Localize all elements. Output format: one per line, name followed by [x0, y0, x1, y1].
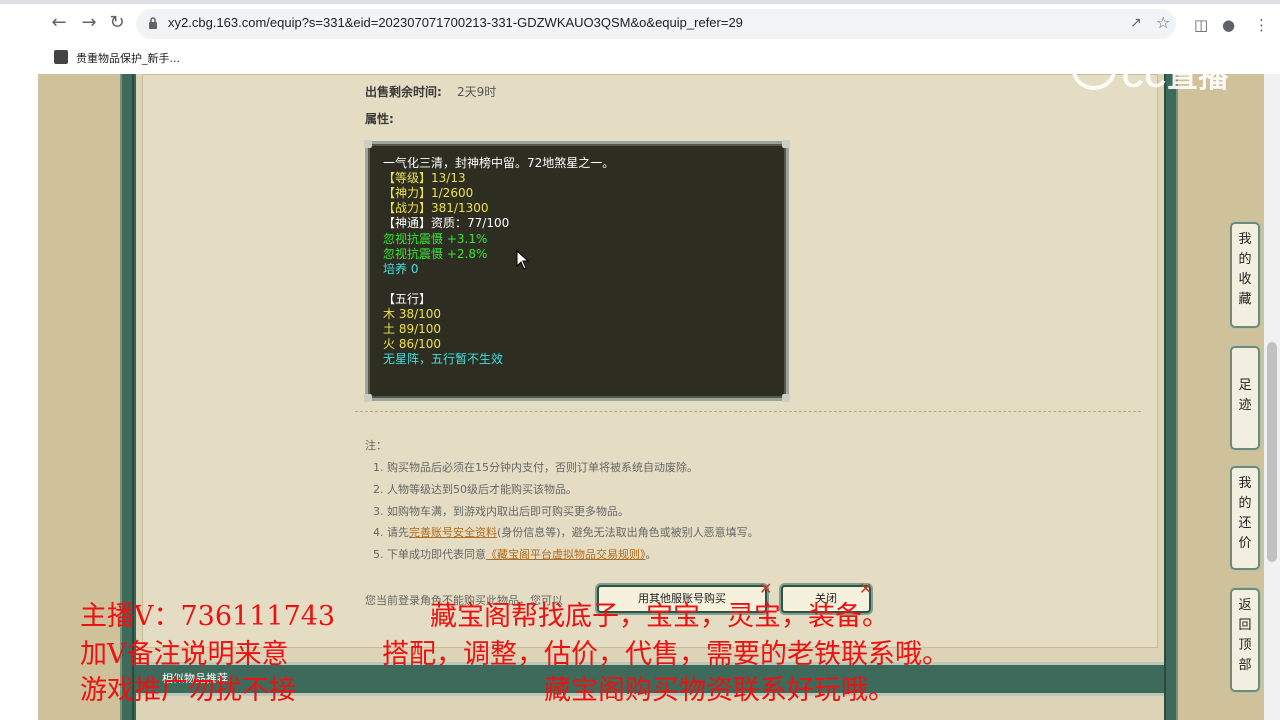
- stat-line: 忽视抗震慑 +2.8%: [383, 247, 488, 261]
- account-security-link[interactable]: 完善账号安全资料: [409, 526, 497, 539]
- stat-line: 培养 0: [383, 262, 419, 276]
- side-nav-char: 我: [1238, 232, 1252, 247]
- overlay-line1-right: 藏宝阁帮找底子，宝宝，灵宝，装备。: [430, 601, 889, 632]
- overlay-line2-right: 搭配，调整，估价，代售，需要的老铁联系哦。: [382, 639, 949, 670]
- note-item: 2. 人物等级达到50级后才能购买该物品。: [373, 483, 577, 496]
- side-nav-history[interactable]: 足 迹: [1230, 346, 1260, 450]
- watermark-text: CC直播: [1122, 61, 1230, 94]
- stat-line: 火 86/100: [383, 337, 442, 351]
- attributes-label: 属性:: [365, 112, 394, 126]
- overlay-line3-left: 游戏推广勿扰不接: [80, 675, 296, 706]
- stat-line: 无星阵，五行暂不生效: [383, 352, 504, 366]
- sale-time-label: 出售剩余时间:: [365, 85, 442, 99]
- side-nav-char: 的: [1238, 252, 1252, 267]
- address-row: ← → ↻ xy2.cbg.163.com/equip?s=331&eid=20…: [0, 6, 1280, 42]
- stat-line: 忽视抗震慑 +3.1%: [383, 232, 488, 246]
- note-item: 1. 购买物品后必须在15分钟内支付，否则订单将被系统自动废除。: [373, 461, 698, 474]
- side-nav-char: 顶: [1238, 638, 1252, 653]
- stat-line: 一气化三清，封神榜中留。72地煞星之一。: [383, 156, 615, 170]
- note-text: 5. 下单成功即代表同意: [373, 548, 486, 561]
- bookmark-star-icon[interactable]: ☆: [1156, 13, 1170, 32]
- side-nav-char: 收: [1238, 272, 1252, 287]
- menu-icon[interactable]: ⋮: [1254, 16, 1269, 34]
- tab-strip: [0, 0, 1280, 4]
- note-item: 5. 下单成功即代表同意《藏宝阁平台虚拟物品交易规则》。: [373, 546, 657, 562]
- side-nav-favorites[interactable]: 我 的 收 藏: [1230, 222, 1260, 328]
- box-corner: [364, 140, 372, 148]
- stat-line: 【等级】13/13: [383, 171, 466, 185]
- side-nav-char: 迹: [1238, 398, 1252, 413]
- note-text: 。: [645, 548, 657, 561]
- sidebar-toggle-icon[interactable]: ◫: [1194, 16, 1208, 34]
- stat-line: 【神通】资质：77/100: [383, 216, 510, 230]
- cc-logo-icon: [1072, 50, 1116, 90]
- side-nav-char: 价: [1238, 536, 1252, 551]
- bookmark-item[interactable]: 贵重物品保护_新手...: [76, 50, 180, 66]
- stat-line: 土 89/100: [383, 322, 442, 336]
- side-nav-my-bargains[interactable]: 我 的 还 价: [1230, 466, 1260, 570]
- note-item: 3. 如购物车满，到游戏内取出后即可购买更多物品。: [373, 505, 629, 518]
- side-nav-char: 返: [1238, 598, 1252, 613]
- page-scrollbar[interactable]: [1264, 74, 1280, 720]
- scrollbar-thumb[interactable]: [1267, 342, 1277, 562]
- side-nav-back-to-top[interactable]: 返 回 顶 部: [1230, 588, 1260, 692]
- overlay-line3-right: 藏宝阁购买物资联系好玩哦。: [544, 675, 895, 706]
- note-text: 4. 请先: [373, 526, 409, 539]
- side-nav-char: 足: [1238, 378, 1252, 393]
- frame-border-right: [1164, 74, 1178, 720]
- profile-icon[interactable]: ●: [1222, 16, 1235, 34]
- back-icon[interactable]: ←: [46, 10, 72, 36]
- stat-line: 【五行】: [383, 292, 432, 306]
- sale-time-value: 2天9时: [457, 85, 497, 99]
- stat-line: 【神力】1/2600: [383, 186, 474, 200]
- side-nav-char: 我: [1238, 476, 1252, 491]
- box-corner: [782, 394, 790, 402]
- mouse-cursor-icon: [516, 250, 530, 270]
- box-corner: [364, 394, 372, 402]
- note-text: (身份信息等)，避免无法取出角色或被别人恶意填写。: [497, 526, 759, 539]
- url-text[interactable]: xy2.cbg.163.com/equip?s=331&eid=20230707…: [168, 15, 743, 30]
- reload-icon[interactable]: ↻: [104, 10, 130, 36]
- trade-rules-link[interactable]: 《藏宝阁平台虚拟物品交易规则》: [486, 548, 646, 561]
- overlay-line1-left: 主播V：736111743: [80, 601, 336, 632]
- side-nav-char: 的: [1238, 496, 1252, 511]
- notes-title: 注：: [365, 439, 387, 452]
- side-nav-char: 藏: [1238, 292, 1252, 307]
- side-nav-char: 回: [1238, 618, 1252, 633]
- stream-watermark: CC直播: [1072, 50, 1242, 94]
- note-item: 4. 请先完善账号安全资料(身份信息等)，避免无法取出角色或被别人恶意填写。: [373, 524, 759, 540]
- box-corner: [782, 140, 790, 148]
- item-card: 出售剩余时间: 2天9时 属性: 一气化三清，封神榜中留。72地煞星之一。 【等…: [142, 74, 1158, 648]
- side-nav-char: 还: [1238, 516, 1252, 531]
- stat-line: 木 38/100: [383, 307, 442, 321]
- attribute-tooltip-box: 一气化三清，封神榜中留。72地煞星之一。 【等级】13/13 【神力】1/260…: [364, 140, 790, 402]
- share-icon[interactable]: ↗: [1130, 15, 1142, 31]
- divider: [355, 411, 1141, 412]
- bookmark-favicon-icon: [54, 50, 68, 64]
- forward-icon[interactable]: →: [76, 10, 102, 36]
- side-nav-char: 部: [1238, 658, 1252, 673]
- lock-icon: [149, 17, 157, 29]
- stat-line: 【战力】381/1300: [383, 201, 489, 215]
- address-bar[interactable]: xy2.cbg.163.com/equip?s=331&eid=20230707…: [136, 9, 1176, 39]
- overlay-line2-left: 加V备注说明来意: [80, 639, 289, 670]
- left-blank-strip: [0, 74, 38, 720]
